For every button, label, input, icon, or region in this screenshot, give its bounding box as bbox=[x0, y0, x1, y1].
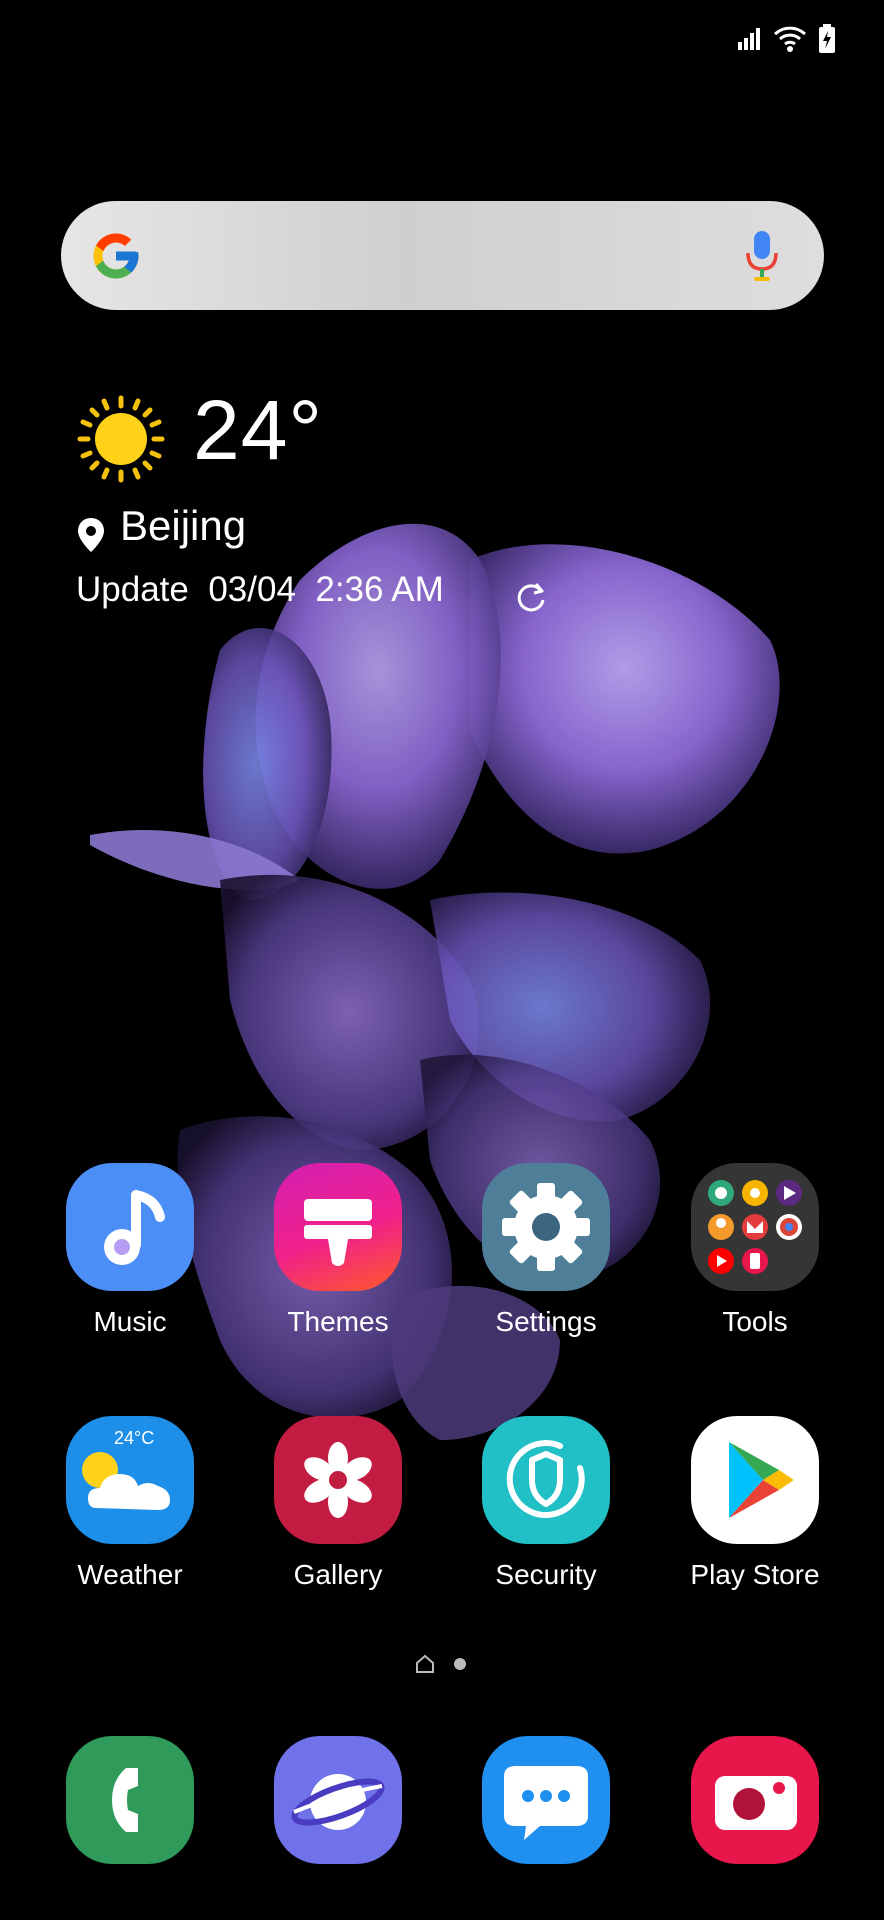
gallery-flower-icon bbox=[274, 1416, 402, 1544]
weather-icon: 24°C bbox=[66, 1416, 194, 1544]
camera-icon bbox=[691, 1736, 819, 1864]
app-music[interactable]: Music bbox=[45, 1163, 215, 1339]
app-settings[interactable]: Settings bbox=[461, 1163, 631, 1339]
sun-icon bbox=[77, 395, 165, 483]
dock-camera[interactable] bbox=[670, 1736, 840, 1864]
folder-icon bbox=[691, 1163, 819, 1291]
status-bar bbox=[736, 24, 836, 54]
page-dot bbox=[454, 1658, 466, 1670]
app-label: Security bbox=[495, 1559, 597, 1590]
themes-brush-icon bbox=[274, 1163, 402, 1291]
play-store-icon bbox=[691, 1416, 819, 1544]
app-weather[interactable]: 24°C Weather bbox=[45, 1416, 215, 1592]
app-label: Weather bbox=[77, 1559, 183, 1590]
app-security[interactable]: Security bbox=[461, 1416, 631, 1592]
weather-badge: 24°C bbox=[114, 1428, 155, 1448]
app-tools-folder[interactable]: Tools bbox=[670, 1163, 840, 1339]
app-themes[interactable]: Themes bbox=[253, 1163, 423, 1339]
weather-update-text: Update 03/04 2:36 AM bbox=[76, 572, 444, 607]
dock-internet[interactable] bbox=[253, 1736, 423, 1864]
messages-icon bbox=[482, 1736, 610, 1864]
battery-charging-icon bbox=[819, 24, 835, 53]
google-search-bar[interactable] bbox=[61, 201, 824, 310]
google-logo-icon bbox=[93, 233, 139, 279]
location-pin-icon bbox=[78, 518, 104, 552]
app-gallery[interactable]: Gallery bbox=[253, 1416, 423, 1592]
update-time: 03/04 2:36 AM bbox=[208, 570, 444, 609]
app-label: Music bbox=[93, 1306, 167, 1337]
weather-location: Beijing bbox=[120, 502, 247, 549]
internet-planet-icon bbox=[274, 1736, 402, 1864]
home-page-icon bbox=[416, 1654, 434, 1673]
app-label: Tools bbox=[722, 1306, 788, 1337]
gear-icon bbox=[482, 1163, 610, 1291]
weather-temperature: 24° bbox=[193, 383, 324, 477]
wifi-icon bbox=[773, 26, 807, 52]
signal-icon bbox=[738, 28, 760, 50]
music-icon bbox=[66, 1163, 194, 1291]
refresh-icon[interactable] bbox=[514, 580, 548, 614]
app-label: Play Store bbox=[690, 1559, 820, 1590]
microphone-icon[interactable] bbox=[744, 229, 780, 283]
shield-icon bbox=[482, 1416, 610, 1544]
update-label: Update bbox=[76, 570, 189, 609]
dock-messages[interactable] bbox=[461, 1736, 631, 1864]
app-label: Settings bbox=[495, 1306, 597, 1337]
app-play-store[interactable]: Play Store bbox=[670, 1416, 840, 1592]
phone-icon bbox=[66, 1736, 194, 1864]
page-indicator[interactable] bbox=[415, 1654, 467, 1674]
app-label: Themes bbox=[287, 1306, 389, 1337]
dock-phone[interactable] bbox=[45, 1736, 215, 1864]
app-label: Gallery bbox=[293, 1559, 383, 1590]
